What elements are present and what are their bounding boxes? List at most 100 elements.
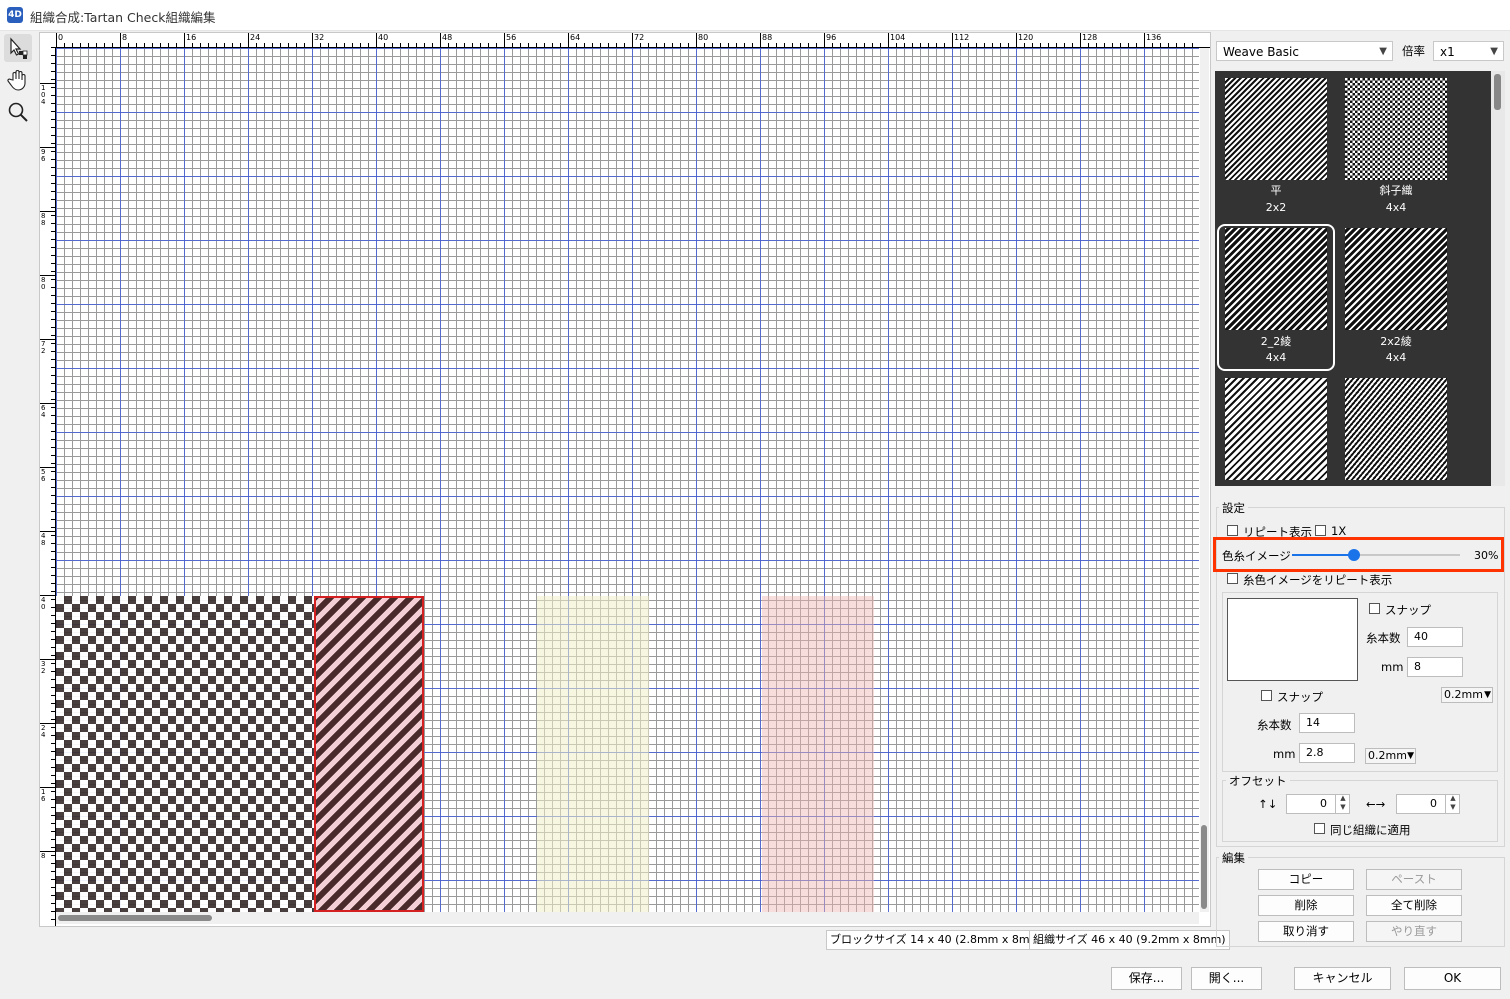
- ruler-top-major-tick: [440, 33, 441, 47]
- swatch-basket[interactable]: [1345, 78, 1447, 180]
- block-size-status: ブロックサイズ 14 x 40 (2.8mm x 8mm): [826, 930, 1049, 950]
- horizontal-ruler: 0 8 16 24 32 40 48 56 64 72 80 88 96 104 112 120 128 136: [40, 33, 1210, 48]
- ruler-top-label: 104: [890, 33, 906, 42]
- swatch-basket-size: 4x4: [1385, 201, 1407, 214]
- offset-label: オフセット: [1226, 773, 1290, 789]
- ruler-left-label: 40: [41, 596, 46, 611]
- delete-button[interactable]: 削除: [1258, 895, 1354, 916]
- ruler-left-label: 72: [41, 340, 46, 355]
- ruler-left-major-tick: [40, 659, 55, 660]
- ruler-left-major-tick: [40, 851, 55, 852]
- ruler-top-label: 0: [58, 33, 64, 42]
- swatch-plain-name: 平: [1270, 184, 1282, 197]
- ruler-top-major-tick: [504, 33, 505, 47]
- ruler-top-label: 16: [186, 33, 197, 42]
- ok-button[interactable]: OK: [1404, 967, 1501, 990]
- color-image-slider-fill: [1292, 554, 1354, 556]
- swatch-twill-2-2-name: 2_2綾: [1260, 335, 1292, 348]
- repeat-checkbox[interactable]: [1227, 525, 1238, 536]
- same-weave-checkbox[interactable]: [1314, 823, 1325, 834]
- swatch-twill-2x2[interactable]: [1345, 228, 1447, 330]
- same-weave-label: 同じ組織に適用: [1330, 823, 1411, 837]
- magnify-select-value: x1: [1440, 45, 1455, 59]
- weave-block-twill-selected[interactable]: [314, 596, 424, 912]
- hand-tool-icon[interactable]: [4, 66, 32, 94]
- mm2-input[interactable]: 2.8: [1299, 743, 1355, 763]
- swatch-twill-2-2[interactable]: [1225, 228, 1327, 330]
- color-block-yellow: [537, 596, 649, 912]
- ruler-top-major-tick: [56, 33, 57, 47]
- vertical-offset-icon: ↑↓: [1258, 797, 1278, 811]
- repeat-color-label: 糸色イメージをリピート表示: [1243, 573, 1393, 587]
- swatch-twill-3[interactable]: [1225, 378, 1327, 480]
- weave-library-panel: 平 2x2 斜子織 4x4 2_2綾 4x4 2x2綾 4x4: [1215, 71, 1505, 486]
- block-preview: [1227, 598, 1358, 681]
- swatch-plain[interactable]: [1225, 78, 1327, 180]
- ruler-left-label: 88: [41, 212, 46, 227]
- swatch-plain-size: 2x2: [1265, 201, 1287, 214]
- ruler-left-major-tick: [40, 531, 55, 532]
- vertical-scrollbar[interactable]: [1200, 48, 1209, 912]
- window-title: 組織合成:Tartan Check組織編集: [30, 10, 216, 25]
- ruler-left-label: 64: [41, 404, 46, 419]
- ruler-top-label: 32: [314, 33, 325, 42]
- snap2-checkbox[interactable]: [1261, 690, 1272, 701]
- swatch-twill-2x2-name: 2x2綾: [1380, 335, 1412, 348]
- ruler-top-major-tick: [184, 33, 185, 47]
- undo-button[interactable]: 取り消す: [1258, 921, 1354, 942]
- unit2-select[interactable]: 0.2mm ▼: [1365, 748, 1416, 764]
- ruler-top-major-tick: [888, 33, 889, 47]
- title-bar: 4D 組織合成:Tartan Check組織編集: [0, 0, 1510, 31]
- ruler-left-label: 56: [41, 468, 46, 483]
- chevron-down-icon: ▼: [1484, 690, 1491, 700]
- count1-input[interactable]: 40: [1407, 627, 1463, 647]
- chevron-down-icon: ▼: [1490, 46, 1498, 57]
- chevron-down-icon: ▼: [1379, 46, 1387, 57]
- copy-button[interactable]: コピー: [1258, 869, 1354, 890]
- zoom-tool-icon[interactable]: [4, 98, 32, 126]
- delete-all-button[interactable]: 全て削除: [1366, 895, 1462, 916]
- ruler-top-label: 64: [570, 33, 581, 42]
- mm2-label: mm: [1273, 747, 1296, 761]
- ruler-top-label: 8: [122, 33, 128, 42]
- swatch-twill-2x2-size: 4x4: [1385, 351, 1407, 364]
- color-block-pink: [762, 596, 874, 912]
- swatch-twill-4[interactable]: [1345, 378, 1447, 480]
- snap1-checkbox[interactable]: [1369, 603, 1380, 614]
- save-button[interactable]: 保存...: [1111, 967, 1182, 990]
- paste-button[interactable]: ペースト: [1366, 869, 1462, 890]
- color-image-label: 色糸イメージ: [1222, 549, 1291, 563]
- weave-canvas[interactable]: 0 8 16 24 32 40 48 56 64 72 80 88 96 104 112 120 128 136 …: [39, 32, 1211, 927]
- color-image-slider-knob[interactable]: [1348, 549, 1360, 561]
- app-icon: 4D: [7, 7, 23, 23]
- cancel-button[interactable]: キャンセル: [1294, 967, 1391, 990]
- ruler-left-major-tick: [40, 595, 55, 596]
- ruler-top-major-tick: [120, 33, 121, 47]
- repeat-color-checkbox[interactable]: [1227, 573, 1238, 584]
- swatch-basket-name: 斜子織: [1379, 184, 1413, 197]
- magnify-select[interactable]: x1 ▼: [1433, 41, 1504, 61]
- vertical-scrollbar-thumb[interactable]: [1201, 825, 1207, 909]
- ruler-top-major-tick: [824, 33, 825, 47]
- ruler-top-label: 72: [634, 33, 645, 42]
- ruler-top-major-tick: [376, 33, 377, 47]
- select-tool-icon[interactable]: [4, 34, 32, 62]
- weave-block-plain[interactable]: [56, 596, 314, 912]
- unit2-value: 0.2mm: [1368, 749, 1407, 762]
- library-scrollbar-thumb[interactable]: [1494, 74, 1501, 110]
- mm1-input[interactable]: 8: [1407, 657, 1463, 677]
- horizontal-scrollbar-thumb[interactable]: [58, 915, 212, 921]
- vertical-offset-spinner-icon[interactable]: ▲ ▼: [1335, 794, 1350, 814]
- redo-button[interactable]: やり直す: [1366, 921, 1462, 942]
- ruler-top-major-tick: [312, 33, 313, 47]
- unit1-select[interactable]: 0.2mm ▼: [1441, 687, 1493, 703]
- snap2-label: スナップ: [1277, 690, 1323, 704]
- ruler-left-label: 48: [41, 532, 46, 547]
- horizontal-offset-spinner-icon[interactable]: ▲ ▼: [1445, 794, 1460, 814]
- open-button[interactable]: 開く...: [1191, 967, 1262, 990]
- onex-checkbox[interactable]: [1315, 525, 1326, 536]
- count2-input[interactable]: 14: [1299, 713, 1355, 733]
- horizontal-scrollbar[interactable]: [56, 912, 1199, 924]
- library-scrollbar[interactable]: [1491, 71, 1505, 486]
- library-select[interactable]: Weave Basic ▼: [1216, 41, 1393, 61]
